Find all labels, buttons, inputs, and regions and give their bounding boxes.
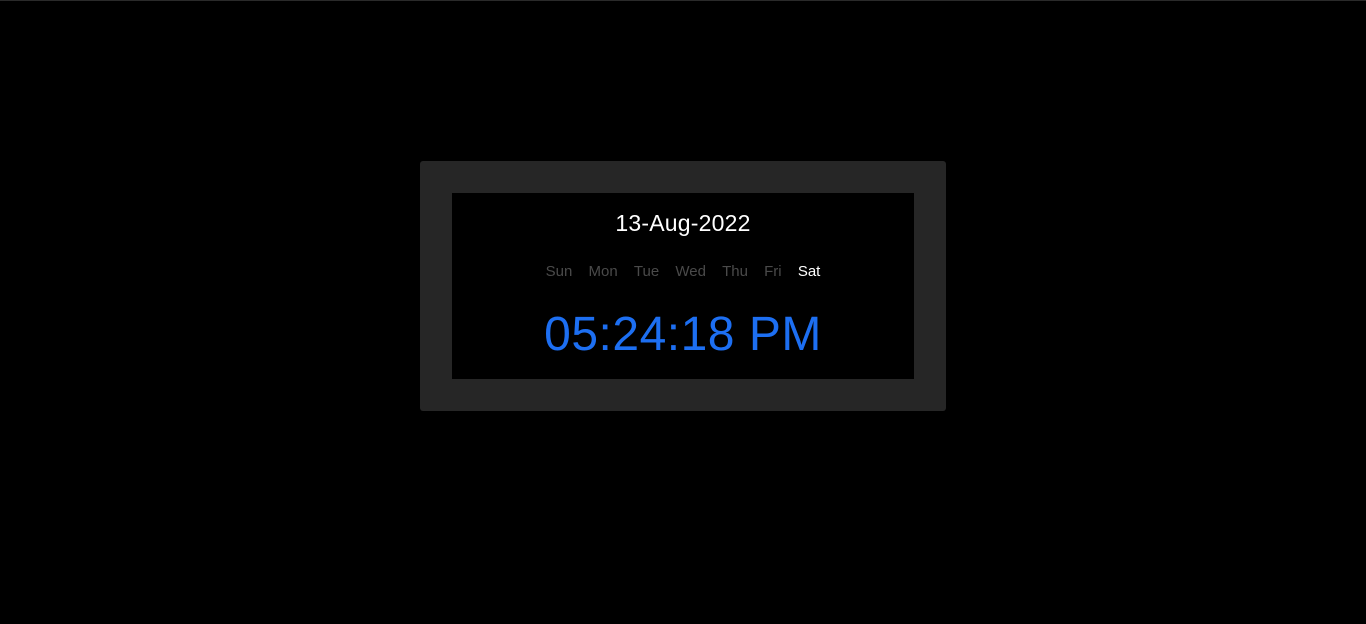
weekday-wed: Wed [675,263,706,280]
top-border-line [0,0,1366,1]
weekday-sun: Sun [545,263,573,280]
weekday-mon: Mon [588,263,618,280]
time-display: 05:24:18 PM [544,308,822,361]
weekday-tue: Tue [633,263,660,280]
weekday-thu: Thu [722,263,748,280]
weekday-fri: Fri [764,263,782,280]
date-display: 13-Aug-2022 [615,210,751,236]
clock-frame: 13-Aug-2022 Sun Mon Tue Wed Thu Fri Sat … [420,161,946,411]
clock-face: 13-Aug-2022 Sun Mon Tue Wed Thu Fri Sat … [452,193,914,379]
weekday-sat: Sat [797,263,821,280]
weekday-row: Sun Mon Tue Wed Thu Fri Sat [452,263,914,280]
